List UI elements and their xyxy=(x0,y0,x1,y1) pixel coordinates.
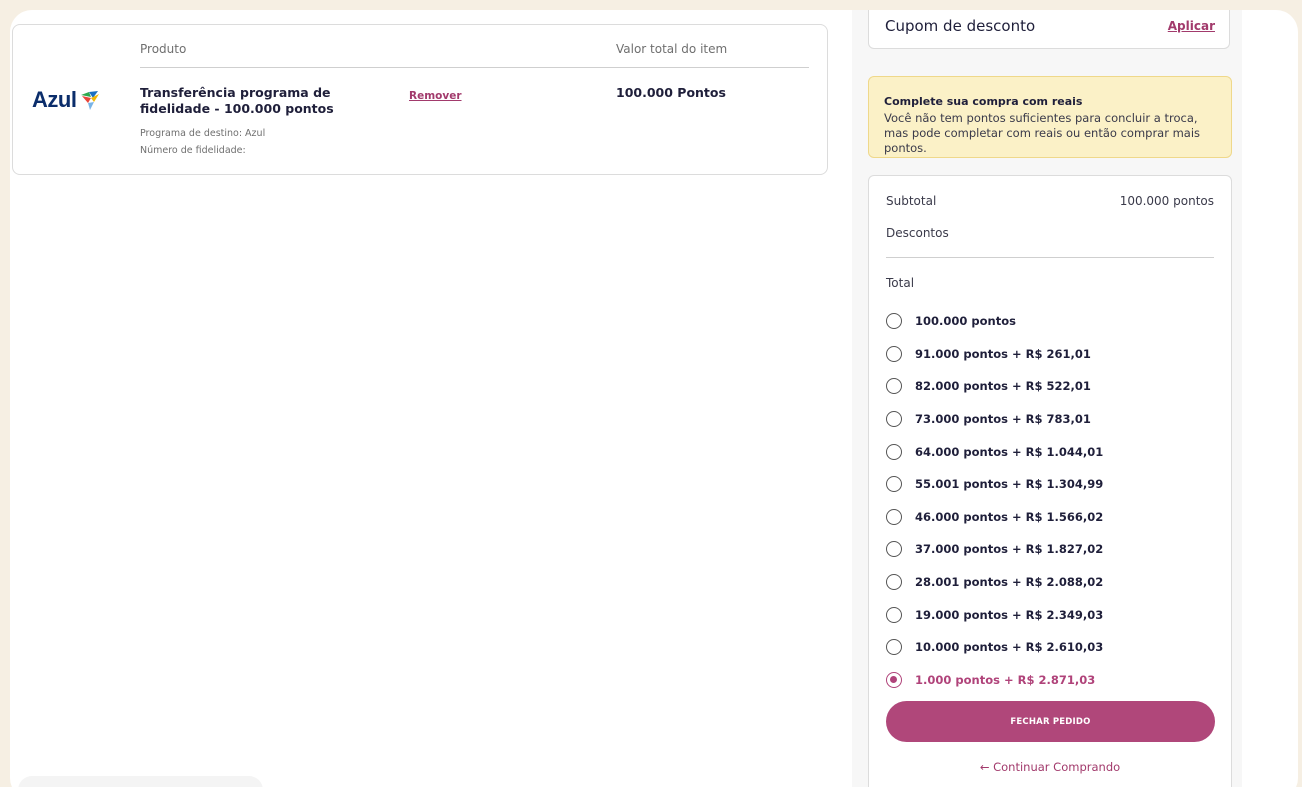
radio-unselected-icon[interactable] xyxy=(886,508,902,525)
radio-unselected-icon[interactable] xyxy=(886,541,902,558)
payment-option[interactable]: 28.001 pontos + R$ 2.088,02 xyxy=(886,566,1103,599)
total-label: Total xyxy=(886,276,915,290)
payment-option-label: 28.001 pontos + R$ 2.088,02 xyxy=(915,575,1104,590)
radio-unselected-icon[interactable] xyxy=(886,606,902,623)
payment-option[interactable]: 46.000 pontos + R$ 1.566,02 xyxy=(886,501,1103,534)
checkout-button[interactable]: FECHAR PEDIDO xyxy=(886,701,1215,742)
loyalty-number-label: Número de fidelidade: xyxy=(140,145,246,156)
radio-unselected-icon[interactable] xyxy=(886,345,902,362)
alert-title: Complete sua compra com reais xyxy=(884,95,1083,108)
radio-unselected-icon[interactable] xyxy=(886,476,902,493)
item-total-value: 100.000 Pontos xyxy=(616,85,726,100)
payment-option-label: 55.001 pontos + R$ 1.304,99 xyxy=(915,477,1104,492)
alert-body: Você não tem pontos suficientes para con… xyxy=(884,111,1201,155)
payment-option[interactable]: 100.000 pontos xyxy=(886,305,1103,338)
discounts-row: Descontos xyxy=(886,226,1214,240)
header-divider xyxy=(140,67,809,68)
payment-option-label: 37.000 pontos + R$ 1.827,02 xyxy=(915,542,1104,557)
payment-option-label: 82.000 pontos + R$ 522,01 xyxy=(915,379,1091,394)
azul-logo-text: Azul xyxy=(32,87,77,112)
azul-bird-icon xyxy=(81,91,100,110)
destination-program: Programa de destino: Azul xyxy=(140,128,266,139)
bottom-floating-bar xyxy=(18,776,263,787)
payment-option[interactable]: 1.000 pontos + R$ 2.871,03 xyxy=(886,664,1103,697)
payment-options-radio-group: 100.000 pontos 91.000 pontos + R$ 261,01 8… xyxy=(886,305,1103,696)
subtotal-row: Subtotal 100.000 pontos xyxy=(886,194,1214,208)
payment-option-label: 46.000 pontos + R$ 1.566,02 xyxy=(915,509,1104,524)
apply-coupon-link[interactable]: Aplicar xyxy=(1168,19,1215,33)
payment-option-label: 73.000 pontos + R$ 783,01 xyxy=(915,412,1091,427)
payment-option[interactable]: 19.000 pontos + R$ 2.349,03 xyxy=(886,598,1103,631)
total-row: Total xyxy=(886,276,1214,290)
payment-option[interactable]: 37.000 pontos + R$ 1.827,02 xyxy=(886,533,1103,566)
payment-option[interactable]: 64.000 pontos + R$ 1.044,01 xyxy=(886,435,1103,468)
radio-unselected-icon[interactable] xyxy=(886,443,902,460)
cart-item-card: Produto Valor total do item Azul Transfe… xyxy=(12,24,828,175)
azul-logo: Azul xyxy=(32,87,101,113)
radio-unselected-icon[interactable] xyxy=(886,639,902,656)
order-summary: Subtotal 100.000 pontos Descontos Total … xyxy=(868,175,1232,787)
payment-option[interactable]: 73.000 pontos + R$ 783,01 xyxy=(886,403,1103,436)
discounts-label: Descontos xyxy=(886,226,949,240)
summary-divider xyxy=(886,257,1214,258)
payment-option[interactable]: 91.000 pontos + R$ 261,01 xyxy=(886,338,1103,371)
payment-option-label: 1.000 pontos + R$ 2.871,03 xyxy=(915,672,1096,687)
remove-item-link[interactable]: Remover xyxy=(409,90,462,102)
payment-option-label: 19.000 pontos + R$ 2.349,03 xyxy=(915,607,1104,622)
payment-option-label: 100.000 pontos xyxy=(915,314,1016,329)
radio-unselected-icon[interactable] xyxy=(886,411,902,428)
payment-option-label: 10.000 pontos + R$ 2.610,03 xyxy=(915,640,1104,655)
payment-option[interactable]: 10.000 pontos + R$ 2.610,03 xyxy=(886,631,1103,664)
coupon-panel: Cupom de desconto Aplicar xyxy=(868,10,1230,49)
subtotal-value: 100.000 pontos xyxy=(1119,194,1214,208)
radio-unselected-icon[interactable] xyxy=(886,313,902,330)
column-header-item-total: Valor total do item xyxy=(616,42,728,56)
subtotal-label: Subtotal xyxy=(886,194,937,208)
radio-unselected-icon[interactable] xyxy=(886,574,902,591)
payment-option-label: 64.000 pontos + R$ 1.044,01 xyxy=(915,444,1104,459)
continue-shopping-link[interactable]: ← Continuar Comprando xyxy=(869,760,1231,774)
radio-unselected-icon[interactable] xyxy=(886,378,902,395)
column-header-product: Produto xyxy=(140,42,187,56)
payment-option-label: 91.000 pontos + R$ 261,01 xyxy=(915,346,1091,361)
payment-option[interactable]: 82.000 pontos + R$ 522,01 xyxy=(886,370,1103,403)
coupon-label: Cupom de desconto xyxy=(885,17,1036,35)
payment-option[interactable]: 55.001 pontos + R$ 1.304,99 xyxy=(886,468,1103,501)
product-name: Transferência programa de fidelidade - 1… xyxy=(140,85,334,116)
radio-selected-icon[interactable] xyxy=(886,671,902,688)
insufficient-points-alert: Complete sua compra com reais Você não t… xyxy=(868,76,1232,158)
